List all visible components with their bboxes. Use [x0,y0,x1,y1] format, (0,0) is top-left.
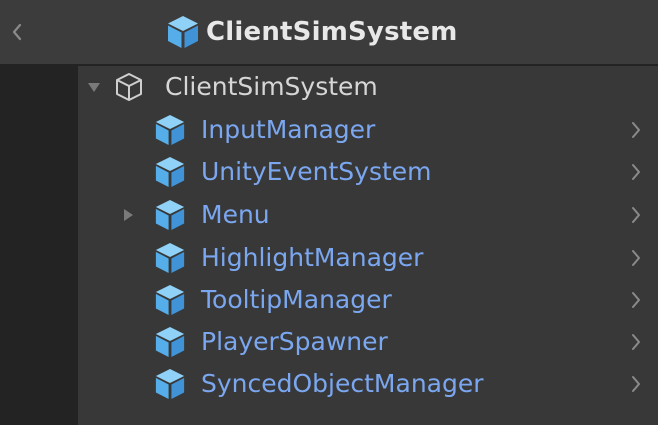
prefab-cube-icon [154,237,186,279]
chevron-right-icon [632,334,640,350]
tree-item-label: TooltipManager [201,285,392,314]
tree-item-label: ClientSimSystem [165,72,378,101]
gameobject-cube-outline-icon [114,66,144,108]
tree-item-menu[interactable]: Menu [78,194,658,236]
open-prefab-button[interactable] [624,363,648,405]
tree-item-playerspawner[interactable]: PlayerSpawner [78,321,658,363]
triangle-right-icon [124,209,133,221]
tree-item-label: UnityEventSystem [201,157,432,186]
back-button[interactable] [0,0,34,64]
prefab-cube-icon [154,109,186,151]
expand-toggle[interactable] [84,66,104,108]
open-prefab-button[interactable] [624,237,648,279]
prefab-cube-icon [154,279,186,321]
hierarchy-left-gutter [0,66,78,425]
tree-item-syncedobjectmanager[interactable]: SyncedObjectManager [78,363,658,405]
prefab-cube-icon [168,16,198,48]
hierarchy-window: ClientSimSystem ClientSimSystem InputMan… [0,0,658,425]
expand-toggle[interactable] [118,194,138,236]
tree-item-label: InputManager [201,115,376,144]
prefab-cube-icon [154,194,186,236]
chevron-right-icon [632,292,640,308]
chevron-right-icon [632,122,640,138]
tree-item-label: SyncedObjectManager [201,369,484,398]
tree-item-unityeventsystem[interactable]: UnityEventSystem [78,151,658,193]
prefab-title: ClientSimSystem [206,17,458,47]
chevron-right-icon [632,250,640,266]
open-prefab-button[interactable] [624,109,648,151]
chevron-right-icon [632,164,640,180]
prefab-cube-icon [154,321,186,363]
open-prefab-button[interactable] [624,194,648,236]
hierarchy-tree: ClientSimSystem InputManager UnityEventS… [78,66,658,425]
open-prefab-button[interactable] [624,321,648,363]
tree-item-inputmanager[interactable]: InputManager [78,109,658,151]
prefab-cube-icon [154,151,186,193]
triangle-down-icon [88,83,100,92]
chevron-right-icon [632,376,640,392]
prefab-mode-header: ClientSimSystem [0,0,658,66]
tree-item-label: Menu [201,200,270,229]
header-title: ClientSimSystem [166,0,458,64]
tree-item-label: PlayerSpawner [201,327,388,356]
tree-item-highlightmanager[interactable]: HighlightManager [78,237,658,279]
prefab-cube-icon [154,363,186,405]
chevron-left-icon [12,23,22,41]
tree-item-label: HighlightManager [201,243,424,272]
chevron-right-icon [632,207,640,223]
tree-item-tooltipmanager[interactable]: TooltipManager [78,279,658,321]
open-prefab-button[interactable] [624,279,648,321]
open-prefab-button[interactable] [624,151,648,193]
tree-item-root[interactable]: ClientSimSystem [78,66,658,108]
